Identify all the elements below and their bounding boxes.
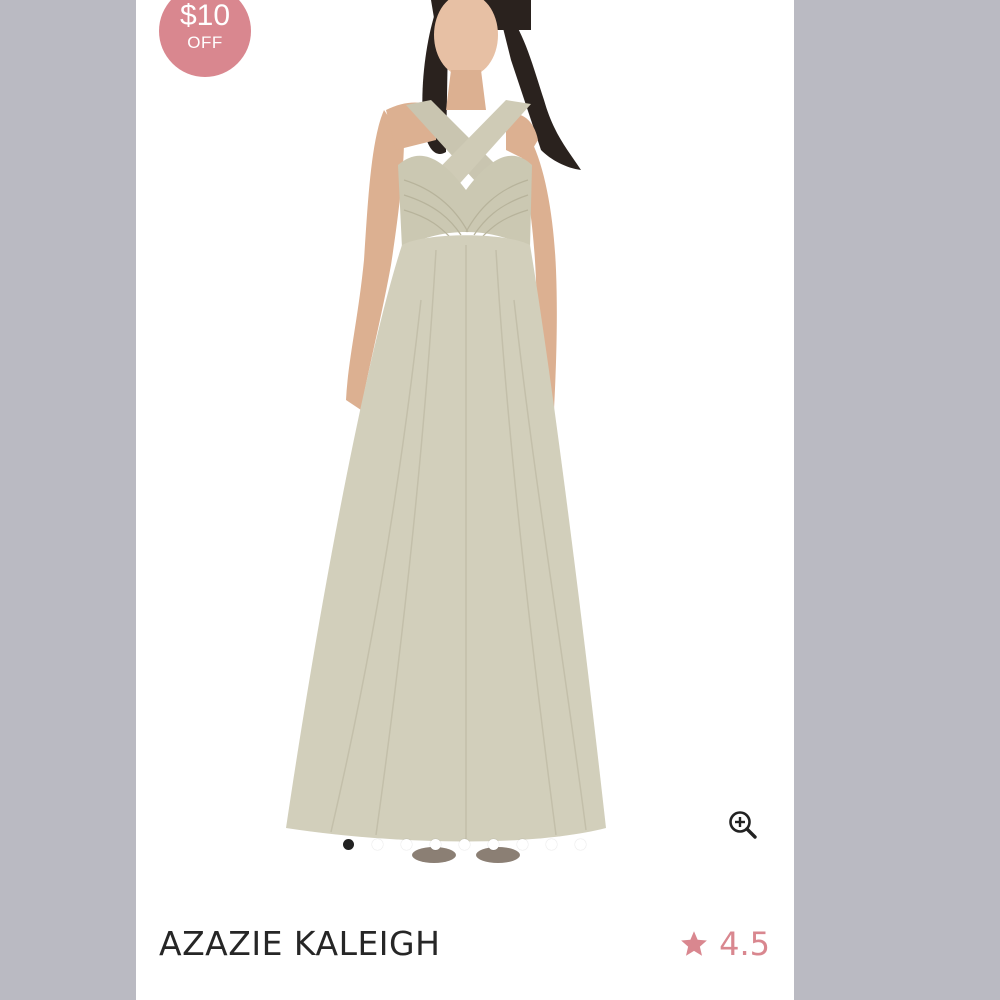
rating-value: 4.5 xyxy=(719,925,770,963)
discount-amount: $10 xyxy=(179,0,231,32)
carousel-dot[interactable] xyxy=(546,839,557,850)
discount-label: OFF xyxy=(187,33,223,52)
product-rating: 4.5 xyxy=(679,925,770,965)
product-title: AZAZIE KALEIGH xyxy=(159,924,441,963)
star-icon xyxy=(681,931,707,956)
carousel-dot[interactable] xyxy=(575,839,586,850)
product-card: $10 OFF AZAZIE KALEIGH 4.5 xyxy=(136,0,794,1000)
product-image[interactable] xyxy=(136,0,794,880)
carousel-dot[interactable] xyxy=(430,839,441,850)
zoom-in-icon[interactable] xyxy=(726,808,760,842)
neck xyxy=(446,70,486,110)
carousel-dot[interactable] xyxy=(517,839,528,850)
carousel-dot[interactable] xyxy=(488,839,499,850)
carousel-dot[interactable] xyxy=(401,839,412,850)
carousel-dot[interactable] xyxy=(372,839,383,850)
dress-skirt xyxy=(286,235,606,842)
carousel-dot[interactable] xyxy=(343,839,354,850)
shoe xyxy=(476,847,520,863)
carousel-dot[interactable] xyxy=(459,839,470,850)
